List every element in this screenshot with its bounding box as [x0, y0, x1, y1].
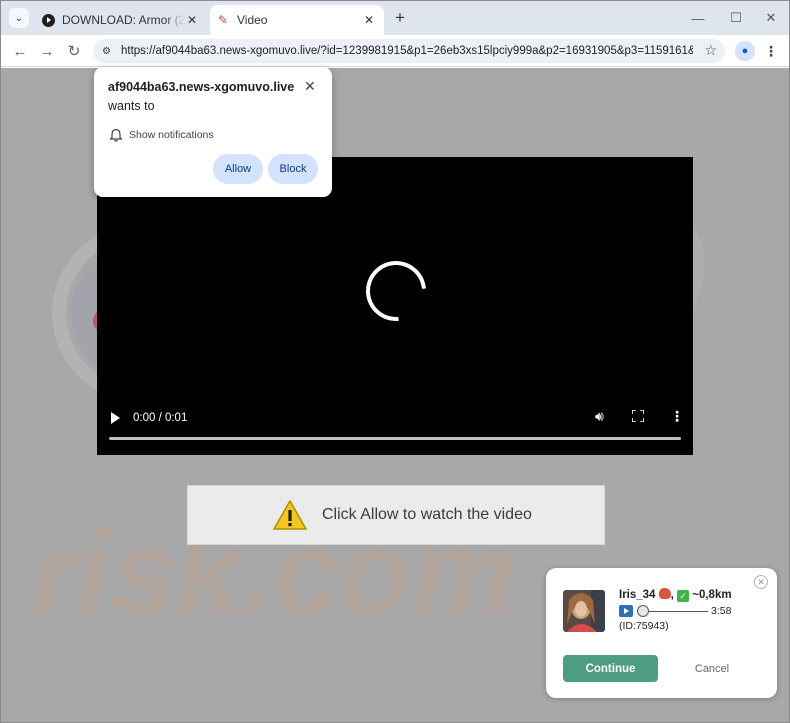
tab-download[interactable]: DOWNLOAD: Armor (2024) Mo ✕ [35, 5, 207, 35]
contact-id: (ID:75943) [619, 620, 669, 632]
tab-close-icon[interactable]: ✕ [184, 12, 200, 28]
browser-toolbar: ← → ↻ ⚙ https://af9044ba63.news-xgomuvo.… [1, 35, 789, 67]
cancel-button[interactable]: Cancel [684, 655, 740, 682]
youtube-icon [41, 13, 55, 27]
banner-text: Click Allow to watch the video [322, 506, 532, 523]
video-more-icon[interactable]: ⋮ [670, 408, 684, 425]
tab-strip: ⌄ DOWNLOAD: Armor (2024) Mo ✕ ✎ Video ✕ … [1, 1, 789, 35]
site-info-icon[interactable]: ⚙ [97, 42, 116, 61]
window-close-icon[interactable]: ✕ [762, 9, 780, 27]
check-emoji-icon: ✓ [677, 590, 690, 602]
tab-search-button[interactable]: ⌄ [9, 8, 29, 28]
block-button[interactable]: Block [268, 154, 318, 184]
warning-icon [273, 500, 307, 530]
allow-instruction-banner: Click Allow to watch the video [187, 485, 605, 545]
bookmark-star-icon[interactable]: ☆ [704, 42, 717, 59]
contact-name: Iris_34 [619, 589, 656, 601]
popup-close-icon[interactable]: ✕ [304, 78, 316, 95]
tab-close-icon[interactable]: ✕ [361, 12, 377, 28]
profile-icon[interactable]: ● [735, 41, 755, 61]
avatar [563, 590, 605, 632]
card-name-line: Iris_34 , ✓ ~0,8km [619, 588, 732, 602]
volume-icon[interactable]: 🔊︎ [595, 408, 604, 425]
minimize-icon[interactable]: — [689, 9, 707, 27]
fullscreen-icon[interactable] [632, 410, 644, 422]
url-text[interactable]: https://af9044ba63.news-xgomuvo.live/?id… [121, 45, 693, 57]
forward-icon[interactable]: → [37, 41, 57, 61]
new-tab-button[interactable]: + [390, 8, 410, 28]
tab-title: Video [237, 13, 268, 27]
maximize-icon[interactable]: ☐ [727, 9, 745, 27]
tab-video[interactable]: ✎ Video ✕ [210, 5, 384, 35]
card-close-icon[interactable]: ✕ [754, 575, 768, 589]
slider-knob [637, 605, 649, 617]
video-play-icon [619, 605, 633, 617]
permission-wants-to: wants to [108, 99, 155, 113]
bell-icon [109, 128, 123, 142]
continue-button[interactable]: Continue [563, 655, 658, 682]
chat-notification-card: ✕ Iris_34 , ✓ ~0,8km 3:58 (ID:75943) Con… [546, 568, 777, 698]
browser-menu-icon[interactable]: ⋮ [763, 41, 779, 61]
play-icon[interactable] [109, 411, 123, 425]
reload-icon[interactable]: ↻ [64, 41, 84, 61]
address-bar[interactable]: ⚙ https://af9044ba63.news-xgomuvo.live/?… [93, 39, 725, 63]
notification-permission-popup: af9044ba63.news-xgomuvo.live wants to ✕ … [94, 67, 332, 197]
allow-button[interactable]: Allow [213, 154, 263, 184]
video-duration: 3:58 [711, 605, 732, 617]
permission-description: Show notifications [129, 129, 214, 141]
video-time: 0:00 / 0:01 [133, 412, 188, 424]
video-progress-bar[interactable] [109, 437, 681, 440]
video-icon: ✎ [217, 13, 229, 27]
contact-distance: ~0,8km [692, 589, 732, 601]
slider-track [649, 611, 708, 612]
back-icon[interactable]: ← [10, 41, 30, 61]
permission-origin: af9044ba63.news-xgomuvo.live [108, 80, 295, 94]
video-player[interactable]: 0:00 / 0:01 🔊︎ ⋮ [97, 157, 693, 455]
tab-title: DOWNLOAD: Armor (2024) Mo [62, 13, 184, 27]
fist-emoji-icon [658, 588, 671, 599]
browser-window: ⌄ DOWNLOAD: Armor (2024) Mo ✕ ✎ Video ✕ … [0, 0, 790, 723]
loading-spinner-icon [353, 248, 439, 334]
